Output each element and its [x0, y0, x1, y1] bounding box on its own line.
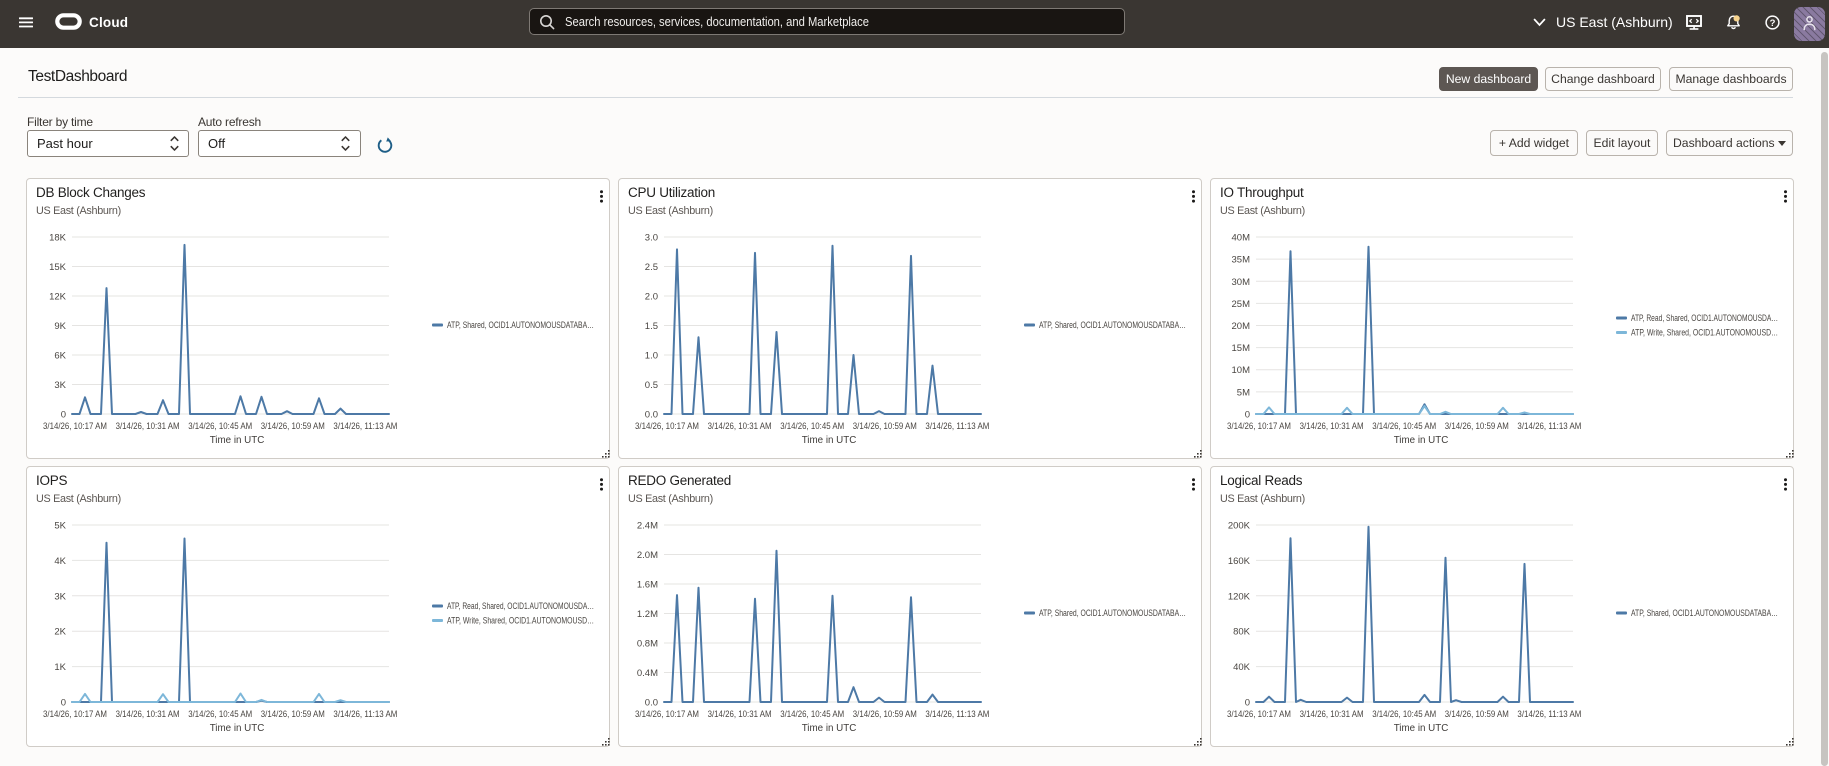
svg-text:15K: 15K — [49, 262, 67, 273]
svg-text:3/14/26, 10:59 AM: 3/14/26, 10:59 AM — [1445, 709, 1509, 720]
svg-text:ATP, Shared, OCID1.AUTONOMOUSD: ATP, Shared, OCID1.AUTONOMOUSDATABA… — [1039, 320, 1186, 330]
svg-text:3/14/26, 10:45 AM: 3/14/26, 10:45 AM — [1372, 709, 1436, 720]
svg-text:40K: 40K — [1233, 662, 1251, 673]
svg-text:0.0: 0.0 — [645, 698, 658, 709]
svg-text:40M: 40M — [1232, 233, 1251, 244]
svg-text:3/14/26, 10:59 AM: 3/14/26, 10:59 AM — [261, 421, 325, 432]
svg-text:Time in UTC: Time in UTC — [1394, 435, 1449, 446]
svg-text:25M: 25M — [1232, 299, 1251, 310]
svg-text:ATP, Write, Shared, OCID1.AUTO: ATP, Write, Shared, OCID1.AUTONOMOUSD… — [447, 616, 594, 626]
svg-text:3/14/26, 11:13 AM: 3/14/26, 11:13 AM — [333, 709, 397, 720]
svg-text:3/14/26, 10:31 AM: 3/14/26, 10:31 AM — [116, 421, 180, 432]
svg-text:20M: 20M — [1232, 321, 1251, 332]
svg-text:3/14/26, 10:45 AM: 3/14/26, 10:45 AM — [780, 709, 844, 720]
svg-text:3/14/26, 10:31 AM: 3/14/26, 10:31 AM — [116, 709, 180, 720]
svg-text:3/14/26, 10:17 AM: 3/14/26, 10:17 AM — [43, 421, 107, 432]
svg-text:3/14/26, 11:13 AM: 3/14/26, 11:13 AM — [925, 421, 989, 432]
svg-text:4K: 4K — [54, 556, 66, 567]
svg-text:3/14/26, 10:59 AM: 3/14/26, 10:59 AM — [261, 709, 325, 720]
svg-text:1.0: 1.0 — [645, 351, 658, 362]
svg-text:ATP, Shared, OCID1.AUTONOMOUSD: ATP, Shared, OCID1.AUTONOMOUSDATABA… — [1631, 608, 1778, 618]
svg-text:3/14/26, 10:31 AM: 3/14/26, 10:31 AM — [1300, 709, 1364, 720]
svg-text:0.8M: 0.8M — [637, 639, 658, 650]
svg-text:3/14/26, 10:17 AM: 3/14/26, 10:17 AM — [1227, 421, 1291, 432]
svg-text:30M: 30M — [1232, 277, 1251, 288]
svg-text:160K: 160K — [1228, 556, 1251, 567]
svg-text:12K: 12K — [49, 292, 67, 303]
svg-text:3/14/26, 11:13 AM: 3/14/26, 11:13 AM — [1517, 709, 1581, 720]
svg-text:9K: 9K — [54, 321, 66, 332]
svg-text:0.0: 0.0 — [645, 410, 658, 421]
svg-text:3/14/26, 10:45 AM: 3/14/26, 10:45 AM — [1372, 421, 1436, 432]
svg-text:10M: 10M — [1232, 365, 1251, 376]
svg-text:ATP, Write, Shared, OCID1.AUTO: ATP, Write, Shared, OCID1.AUTONOMOUSD… — [1631, 328, 1778, 338]
svg-text:3/14/26, 10:31 AM: 3/14/26, 10:31 AM — [1300, 421, 1364, 432]
svg-text:3/14/26, 10:59 AM: 3/14/26, 10:59 AM — [853, 421, 917, 432]
svg-text:3K: 3K — [54, 380, 66, 391]
svg-text:200K: 200K — [1228, 521, 1251, 532]
svg-text:0.4M: 0.4M — [637, 668, 658, 679]
svg-text:ATP, Read, Shared, OCID1.AUTON: ATP, Read, Shared, OCID1.AUTONOMOUSDA… — [1631, 313, 1778, 323]
svg-text:3/14/26, 11:13 AM: 3/14/26, 11:13 AM — [1517, 421, 1581, 432]
svg-text:35M: 35M — [1232, 255, 1251, 266]
svg-text:Time in UTC: Time in UTC — [802, 435, 857, 446]
svg-text:15M: 15M — [1232, 343, 1251, 354]
svg-text:3/14/26, 10:45 AM: 3/14/26, 10:45 AM — [188, 421, 252, 432]
svg-text:3/14/26, 10:17 AM: 3/14/26, 10:17 AM — [635, 709, 699, 720]
svg-text:3/14/26, 10:45 AM: 3/14/26, 10:45 AM — [188, 709, 252, 720]
svg-text:2K: 2K — [54, 627, 66, 638]
svg-text:2.0: 2.0 — [645, 292, 658, 303]
svg-text:3/14/26, 10:59 AM: 3/14/26, 10:59 AM — [1445, 421, 1509, 432]
svg-text:?: ? — [1770, 18, 1776, 29]
svg-text:3/14/26, 11:13 AM: 3/14/26, 11:13 AM — [925, 709, 989, 720]
svg-text:ATP, Shared, OCID1.AUTONOMOUSD: ATP, Shared, OCID1.AUTONOMOUSDATABA… — [447, 320, 594, 330]
svg-text:Search resources, services, do: Search resources, services, documentatio… — [565, 15, 869, 29]
svg-text:0: 0 — [61, 698, 66, 709]
svg-text:3/14/26, 10:17 AM: 3/14/26, 10:17 AM — [43, 709, 107, 720]
svg-text:0: 0 — [1245, 410, 1250, 421]
svg-text:1.2M: 1.2M — [637, 609, 658, 620]
svg-text:Time in UTC: Time in UTC — [210, 435, 265, 446]
svg-text:3/14/26, 10:31 AM: 3/14/26, 10:31 AM — [708, 709, 772, 720]
svg-text:3/14/26, 10:45 AM: 3/14/26, 10:45 AM — [780, 421, 844, 432]
svg-text:Time in UTC: Time in UTC — [802, 723, 857, 734]
svg-text:3/14/26, 10:59 AM: 3/14/26, 10:59 AM — [853, 709, 917, 720]
svg-text:1K: 1K — [54, 662, 66, 673]
svg-text:0.5: 0.5 — [645, 380, 658, 391]
svg-text:1.6M: 1.6M — [637, 580, 658, 591]
svg-text:3K: 3K — [54, 591, 66, 602]
svg-text:2.0M: 2.0M — [637, 550, 658, 561]
svg-text:ATP, Read, Shared, OCID1.AUTON: ATP, Read, Shared, OCID1.AUTONOMOUSDA… — [447, 601, 594, 611]
svg-text:6K: 6K — [54, 351, 66, 362]
svg-text:0: 0 — [61, 410, 66, 421]
svg-text:Time in UTC: Time in UTC — [1394, 723, 1449, 734]
svg-text:Time in UTC: Time in UTC — [210, 723, 265, 734]
svg-text:3/14/26, 10:17 AM: 3/14/26, 10:17 AM — [635, 421, 699, 432]
svg-text:5K: 5K — [54, 521, 66, 532]
svg-text:18K: 18K — [49, 233, 67, 244]
svg-text:2.4M: 2.4M — [637, 521, 658, 532]
svg-text:3.0: 3.0 — [645, 233, 658, 244]
svg-text:0: 0 — [1245, 698, 1250, 709]
svg-text:1.5: 1.5 — [645, 321, 658, 332]
svg-text:5M: 5M — [1237, 387, 1250, 398]
svg-text:2.5: 2.5 — [645, 262, 658, 273]
svg-text:120K: 120K — [1228, 591, 1251, 602]
svg-text:3/14/26, 10:31 AM: 3/14/26, 10:31 AM — [708, 421, 772, 432]
svg-text:3/14/26, 10:17 AM: 3/14/26, 10:17 AM — [1227, 709, 1291, 720]
svg-text:80K: 80K — [1233, 627, 1251, 638]
svg-text:3/14/26, 11:13 AM: 3/14/26, 11:13 AM — [333, 421, 397, 432]
svg-text:ATP, Shared, OCID1.AUTONOMOUSD: ATP, Shared, OCID1.AUTONOMOUSDATABA… — [1039, 608, 1186, 618]
